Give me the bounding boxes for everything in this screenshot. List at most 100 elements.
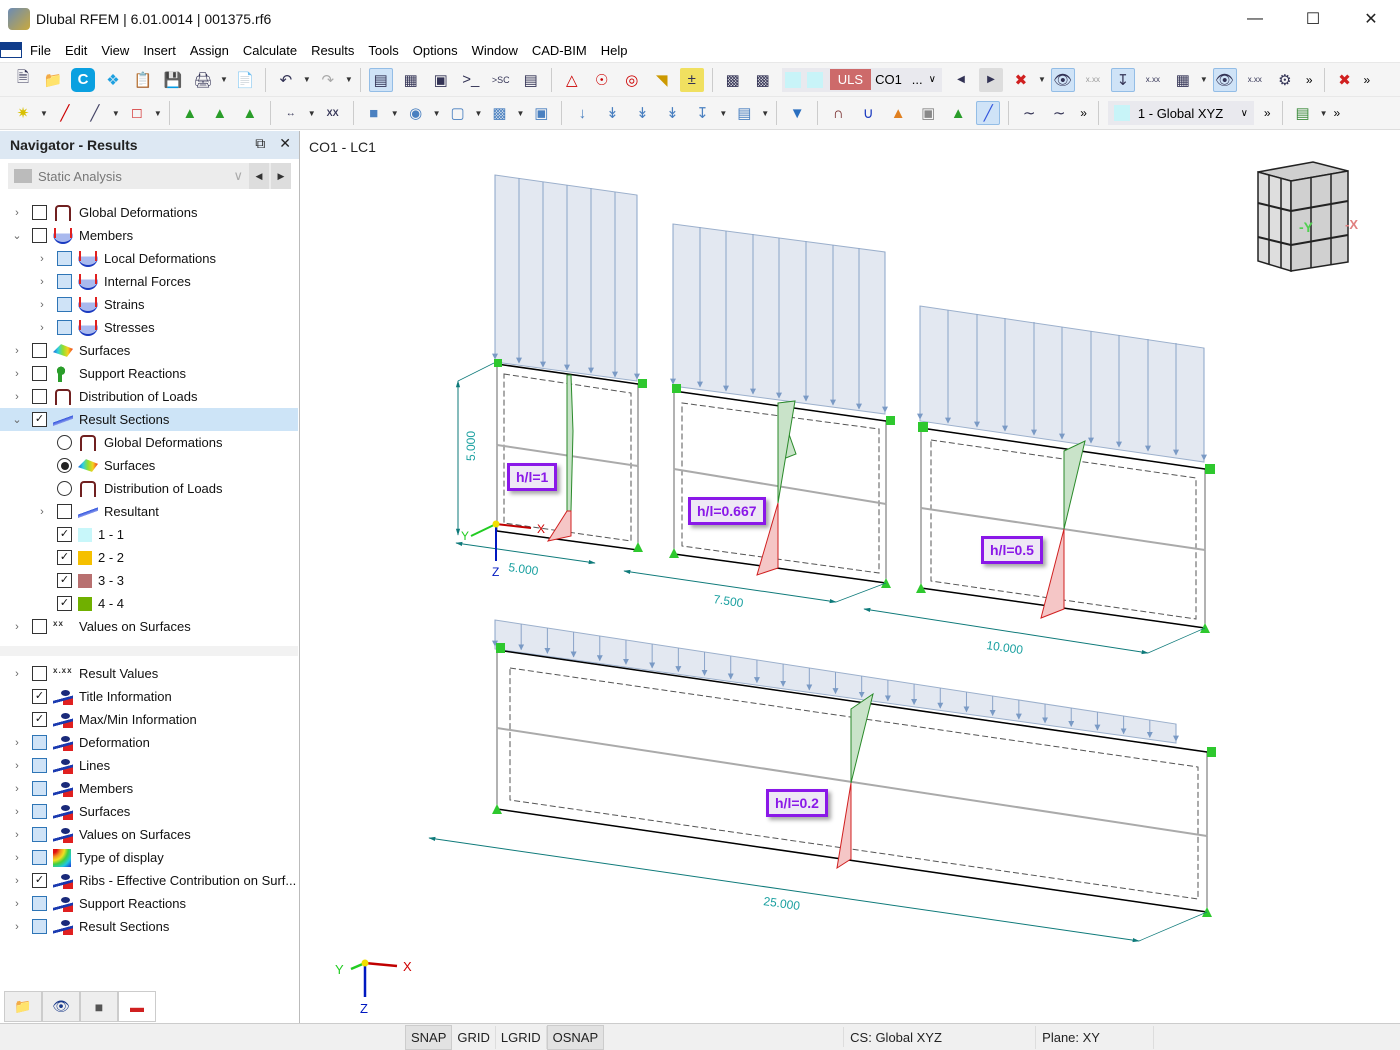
panel-icon[interactable]: ▣: [429, 68, 453, 92]
select-area-icon[interactable]: ◥: [650, 68, 674, 92]
toolbar-overflow-4[interactable]: »: [1264, 106, 1271, 120]
wall-2[interactable]: [623, 223, 895, 604]
global-deformations-icon[interactable]: ∩: [826, 101, 850, 125]
display-item-type-of-display[interactable]: › Type of display: [0, 846, 298, 869]
display-item-result-sections[interactable]: › Result Sections: [0, 915, 298, 938]
checkbox-checked[interactable]: ✓: [57, 527, 72, 542]
surface-support-icon[interactable]: ▲: [238, 101, 262, 125]
console-icon[interactable]: >_: [459, 68, 483, 92]
new-member-icon[interactable]: ╱: [83, 101, 107, 125]
select-ring-icon[interactable]: ◎: [620, 68, 644, 92]
tree-item-global-deformations[interactable]: › Global Deformations: [0, 201, 298, 224]
surface-results-dropdown-icon[interactable]: ▼: [1200, 75, 1208, 84]
checkbox-checked[interactable]: ✓: [57, 596, 72, 611]
checkbox[interactable]: [32, 389, 47, 404]
member-results-icon[interactable]: ∪: [856, 101, 880, 125]
display-item-values-on-surfaces[interactable]: › Values on Surfaces: [0, 823, 298, 846]
radio-button[interactable]: [57, 435, 72, 450]
save-icon[interactable]: 💾: [161, 68, 185, 92]
expand-icon[interactable]: ›: [35, 322, 49, 334]
line-support-icon[interactable]: ▲: [208, 101, 232, 125]
tree-item-section-1[interactable]: ✓ 1 - 1: [0, 523, 298, 546]
display-item-members[interactable]: › Members: [0, 777, 298, 800]
maximize-button[interactable]: ☐: [1284, 0, 1342, 38]
deformation-values-icon[interactable]: x.xx: [1141, 68, 1165, 92]
checkbox-checked[interactable]: ✓: [32, 712, 47, 727]
checkbox[interactable]: [32, 804, 47, 819]
select-plus-minus-icon[interactable]: ±: [679, 67, 704, 92]
toolbar-overflow-3[interactable]: »: [1080, 106, 1087, 120]
chevron-down-icon[interactable]: ∨: [1241, 108, 1248, 119]
checkbox-checked[interactable]: ✓: [57, 573, 72, 588]
menu-view[interactable]: View: [99, 43, 137, 58]
expand-icon[interactable]: ›: [10, 875, 24, 887]
print-report-icon[interactable]: 📄: [233, 68, 257, 92]
undo-icon[interactable]: ↶: [274, 68, 298, 92]
status-osnap[interactable]: OSNAP: [546, 1024, 605, 1050]
model-viewport[interactable]: CO1 - LC1 5.000 5.000 7.500 10.000 25.00…: [301, 131, 1400, 1023]
display-item-result-values[interactable]: › x.xx Result Values: [0, 662, 298, 685]
radio-button[interactable]: [57, 481, 72, 496]
show-selection-icon[interactable]: ▩: [721, 68, 745, 92]
wall-dropdown-icon[interactable]: ▼: [516, 109, 524, 118]
tree-item-rs-global-deformations[interactable]: Global Deformations: [0, 431, 298, 454]
menu-file[interactable]: File: [28, 43, 59, 58]
dlubal-center-icon[interactable]: C: [71, 67, 95, 92]
toolbar-overflow[interactable]: »: [1306, 73, 1313, 87]
checkbox[interactable]: [57, 274, 72, 289]
new-opening-icon[interactable]: ▢: [446, 101, 470, 125]
collapse-icon[interactable]: ⌄: [10, 413, 24, 426]
checkbox[interactable]: [32, 781, 47, 796]
tables-icon[interactable]: ▦: [399, 68, 423, 92]
dimension-dropdown-icon[interactable]: ▼: [308, 109, 316, 118]
expand-icon[interactable]: ›: [10, 737, 24, 749]
member-load-icon[interactable]: ↡: [630, 101, 654, 125]
view-settings-dropdown-icon[interactable]: ▼: [1320, 109, 1328, 118]
tree-item-rs-distribution-of-loads[interactable]: Distribution of Loads: [0, 477, 298, 500]
tree-item-resultant[interactable]: › Resultant: [0, 500, 298, 523]
tree-item-local-deformations[interactable]: › Local Deformations: [0, 247, 298, 270]
load-case-selector[interactable]: ULS CO1 ... ∨: [781, 67, 942, 92]
collapse-icon[interactable]: ⌄: [10, 229, 24, 242]
checkbox-checked[interactable]: ✓: [57, 550, 72, 565]
display-item-support-reactions[interactable]: › Support Reactions: [0, 892, 298, 915]
toolbar-overflow-2[interactable]: »: [1364, 73, 1371, 87]
redo-icon[interactable]: ↷: [316, 68, 340, 92]
checkbox[interactable]: [32, 896, 47, 911]
close-button[interactable]: ✕: [1342, 0, 1400, 38]
surface-load-icon[interactable]: ↡: [660, 101, 684, 125]
wall-1[interactable]: [455, 174, 647, 565]
navigator-toggle-icon[interactable]: ▤: [368, 67, 393, 92]
float-panel-icon[interactable]: ⧉: [255, 135, 265, 152]
analysis-type-selector[interactable]: Static Analysis ∨ ◀ ▶: [8, 163, 291, 189]
coordinate-system-selector[interactable]: 1 - Global XYZ ∨: [1107, 101, 1254, 125]
wall-3[interactable]: [863, 305, 1215, 655]
checkbox[interactable]: [57, 320, 72, 335]
wall-4[interactable]: [428, 619, 1216, 943]
menu-options[interactable]: Options: [411, 43, 466, 58]
checkbox[interactable]: [32, 619, 47, 634]
member-section-icon[interactable]: ∼: [1047, 101, 1071, 125]
free-load-icon[interactable]: ↧: [690, 101, 714, 125]
display-item-deformation[interactable]: › Deformation: [0, 731, 298, 754]
menu-tools[interactable]: Tools: [366, 43, 406, 58]
close-panel-icon[interactable]: ✕: [279, 135, 291, 152]
new-block-icon[interactable]: ▣: [529, 101, 553, 125]
tree-item-strains[interactable]: › Strains: [0, 293, 298, 316]
script-icon[interactable]: >SC: [489, 68, 513, 92]
nodal-load-icon[interactable]: ↓: [570, 101, 594, 125]
toolbar-overflow-5[interactable]: »: [1334, 106, 1341, 120]
redo-dropdown-icon[interactable]: ▼: [345, 75, 353, 84]
expand-icon[interactable]: ›: [10, 668, 24, 680]
imposed-deformation-icon[interactable]: ▤: [732, 101, 756, 125]
expand-icon[interactable]: ›: [10, 829, 24, 841]
checkbox[interactable]: [32, 228, 47, 243]
display-item-ribs[interactable]: › ✓ Ribs - Effective Contribution on Sur…: [0, 869, 298, 892]
checkbox[interactable]: [32, 827, 47, 842]
menu-edit[interactable]: Edit: [63, 43, 95, 58]
menu-assign[interactable]: Assign: [188, 43, 237, 58]
checkbox[interactable]: [32, 850, 47, 865]
checkbox[interactable]: [32, 666, 47, 681]
display-item-surfaces[interactable]: › Surfaces: [0, 800, 298, 823]
section-values-icon[interactable]: x.xx: [1243, 68, 1267, 92]
